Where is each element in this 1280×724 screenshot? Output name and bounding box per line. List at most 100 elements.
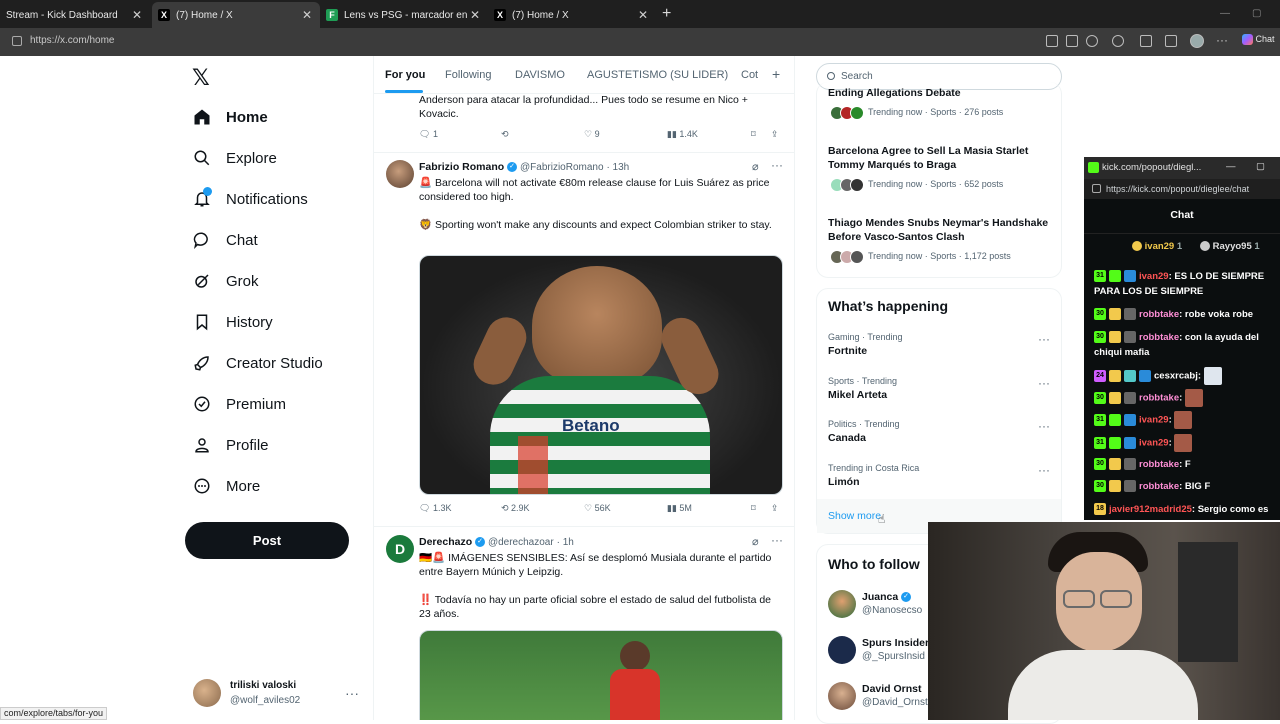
chat-message[interactable]: 30 robbtake: BIG F xyxy=(1094,479,1280,494)
more-dots-icon[interactable]: ··· xyxy=(771,158,783,172)
repost-button[interactable]: ⟲ 2.9K xyxy=(501,503,530,514)
views-button[interactable]: ▮▮ 1.4K xyxy=(667,129,698,140)
copilot-chat-button[interactable]: Chat xyxy=(1242,34,1275,46)
news-headline[interactable]: Barcelona Agree to Sell La Masia Starlet… xyxy=(828,144,1048,172)
chat-username[interactable]: robbtake xyxy=(1139,309,1179,320)
chat-message[interactable]: 31 ivan29: ES LO DE SIEMPRE PARA LOS DE S… xyxy=(1094,269,1280,299)
top-gifter[interactable]: Rayyo95 1 xyxy=(1200,241,1260,252)
site-info-icon[interactable] xyxy=(12,36,22,46)
tab-following[interactable]: Following xyxy=(445,69,491,81)
nav-notifications[interactable]: Notifications xyxy=(190,182,308,216)
nav-premium[interactable]: Premium xyxy=(190,387,286,421)
avatar[interactable] xyxy=(828,636,856,664)
bookmark-icon[interactable]: ⌑ xyxy=(751,503,756,514)
tab-davismo[interactable]: DAVISMO xyxy=(515,69,565,81)
chat-message[interactable]: 30 robbtake: F xyxy=(1094,457,1280,472)
show-more-link[interactable]: Show more xyxy=(828,510,881,522)
x-logo-icon[interactable]: 𝕏 xyxy=(192,65,210,91)
close-icon[interactable]: ✕ xyxy=(300,8,314,22)
app-available-icon[interactable] xyxy=(1046,35,1058,47)
chat-username[interactable]: ivan29 xyxy=(1139,438,1169,449)
like-button[interactable]: ♡ 9 xyxy=(584,129,600,140)
tab-cot[interactable]: Cot xyxy=(741,69,761,81)
nav-more[interactable]: More xyxy=(190,469,260,503)
avatar[interactable] xyxy=(386,160,414,188)
refresh-icon[interactable] xyxy=(1112,35,1124,47)
nav-grok[interactable]: Grok xyxy=(190,264,259,298)
news-headline[interactable]: Thiago Mendes Snubs Neymar's Handshake B… xyxy=(828,216,1056,244)
browser-tab-x-home-2[interactable]: X (7) Home / X ✕ xyxy=(488,2,656,28)
account-switcher[interactable]: triliski valoski @wolf_aviles02 ··· xyxy=(193,677,363,709)
trend-name[interactable]: Mikel Arteta xyxy=(828,389,887,401)
chat-username[interactable]: ivan29 xyxy=(1139,271,1169,282)
nav-chat[interactable]: Chat xyxy=(190,223,258,257)
author-name[interactable]: Derechazo xyxy=(419,536,472,548)
grok-icon[interactable]: ⌀ xyxy=(752,160,759,173)
chat-username[interactable]: cesxrcabj xyxy=(1154,371,1198,382)
browser-tab-kick-dashboard[interactable]: Stream - Kick Dashboard ✕ xyxy=(0,2,150,28)
follow-name[interactable]: Juanca ✓ xyxy=(862,591,912,603)
tweet-time[interactable]: · 13h xyxy=(606,162,629,173)
tweet-image[interactable]: Betano xyxy=(419,255,783,495)
profile-avatar-icon[interactable] xyxy=(1190,34,1204,48)
new-tab-icon[interactable]: + xyxy=(662,5,671,23)
views-button[interactable]: ▮▮ 5M xyxy=(667,503,692,514)
favorites-icon[interactable] xyxy=(1165,35,1177,47)
close-icon[interactable]: ✕ xyxy=(636,8,650,22)
author-name[interactable]: Fabrizio Romano xyxy=(419,161,504,173)
reader-icon[interactable] xyxy=(1066,35,1078,47)
like-button[interactable]: ♡ 56K xyxy=(584,503,611,514)
chat-message[interactable]: 24 cesxrcabj: xyxy=(1094,367,1280,385)
chat-username[interactable]: robbtake xyxy=(1139,332,1179,343)
favorite-star-icon[interactable] xyxy=(1086,35,1098,47)
more-dots-icon[interactable]: ··· xyxy=(1038,463,1050,477)
kick-url[interactable]: https://kick.com/popout/dieglee/chat xyxy=(1106,184,1249,194)
maximize-icon[interactable]: ▢ xyxy=(1252,8,1261,19)
more-dots-icon[interactable]: ··· xyxy=(1038,332,1050,346)
chat-username[interactable]: ivan29 xyxy=(1139,415,1169,426)
nav-history[interactable]: History xyxy=(190,305,273,339)
chat-message[interactable]: 30 robbtake: xyxy=(1094,389,1280,407)
minimize-icon[interactable]: — xyxy=(1220,8,1230,19)
more-dots-icon[interactable]: ··· xyxy=(1038,376,1050,390)
post-button[interactable]: Post xyxy=(185,522,349,559)
bookmark-icon[interactable]: ⌑ xyxy=(751,129,756,140)
site-info-icon[interactable] xyxy=(1092,184,1101,193)
author-handle[interactable]: @FabrizioRomano xyxy=(520,162,604,173)
chat-message[interactable]: 30 robbtake: con la ayuda del chiqui mafi… xyxy=(1094,330,1280,360)
tweet-time[interactable]: · 1h xyxy=(557,537,574,548)
chat-message[interactable]: 18 javier912madrid25: Sergio como es xyxy=(1094,502,1280,517)
chat-message[interactable]: 31 ivan29: xyxy=(1094,434,1280,452)
more-icon[interactable]: ··· xyxy=(1216,33,1228,47)
chat-username[interactable]: javier912madrid25 xyxy=(1109,504,1192,515)
grok-icon[interactable]: ⌀ xyxy=(752,535,759,548)
chat-message[interactable]: 30 robbtake: robe voka robe xyxy=(1094,307,1280,322)
tab-for-you[interactable]: For you xyxy=(385,69,425,81)
trend-name[interactable]: Limón xyxy=(828,476,860,488)
extensions-icon[interactable] xyxy=(1140,35,1152,47)
share-icon[interactable]: ⇪ xyxy=(771,503,779,514)
trend-name[interactable]: Fortnite xyxy=(828,345,867,357)
more-dots-icon[interactable]: ··· xyxy=(771,533,783,547)
maximize-icon[interactable]: ▢ xyxy=(1256,161,1265,172)
news-headline[interactable]: Ending Allegations Debate xyxy=(828,88,1048,98)
follow-name[interactable]: Spurs Insider xyxy=(862,637,929,649)
browser-tab-x-home[interactable]: X (7) Home / X ✕ xyxy=(152,2,320,28)
browser-tab-lens-psg[interactable]: F Lens vs PSG - marcador en vivo, a ✕ xyxy=(320,2,488,28)
chat-username[interactable]: robbtake xyxy=(1139,459,1179,470)
avatar[interactable]: D xyxy=(386,535,414,563)
trend-name[interactable]: Canada xyxy=(828,432,866,444)
more-dots-icon[interactable]: ··· xyxy=(1038,419,1050,433)
url-field[interactable]: https://x.com/home xyxy=(30,35,114,46)
author-handle[interactable]: @derechazoar xyxy=(488,537,554,548)
avatar[interactable] xyxy=(828,590,856,618)
minimize-icon[interactable]: — xyxy=(1226,161,1236,172)
add-tab-icon[interactable]: + xyxy=(772,66,780,82)
reply-button[interactable]: 🗨 1 xyxy=(419,129,438,140)
follow-name[interactable]: David Ornst xyxy=(862,683,922,695)
repost-button[interactable]: ⟲ xyxy=(501,129,509,140)
reply-button[interactable]: 🗨 1.3K xyxy=(419,503,451,514)
nav-profile[interactable]: Profile xyxy=(190,428,269,462)
chat-username[interactable]: robbtake xyxy=(1139,393,1179,404)
tab-agustetismo[interactable]: AGUSTETISMO (SU LIDER) xyxy=(587,69,728,81)
